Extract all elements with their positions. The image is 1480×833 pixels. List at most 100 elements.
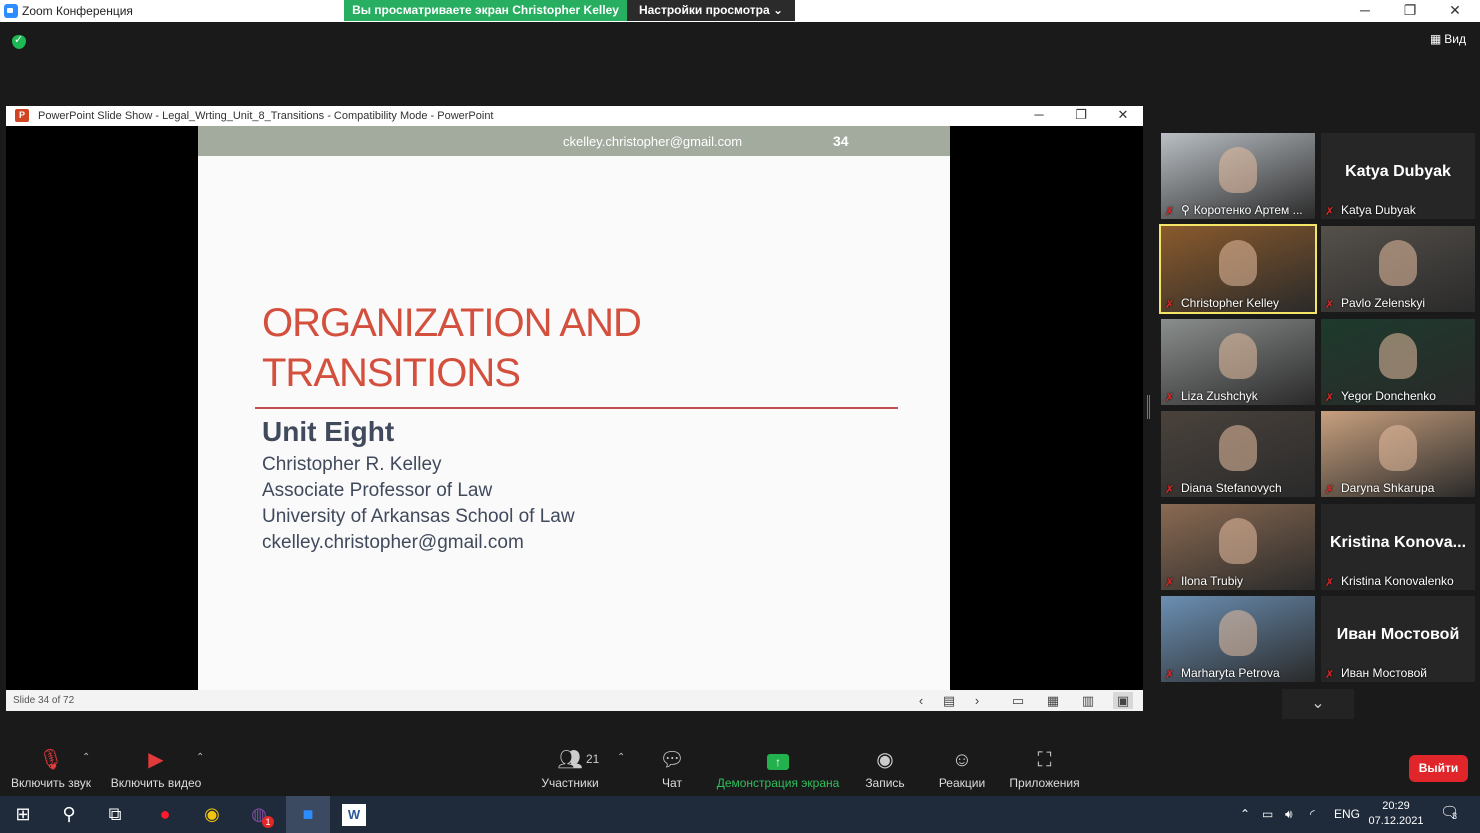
smiley-plus-icon: ☺ bbox=[951, 749, 973, 771]
leave-meeting-button[interactable]: Выйти bbox=[1409, 755, 1468, 782]
participant-name: Коротенко Артем ... bbox=[1193, 203, 1303, 217]
participant-tile[interactable]: ✗ Diana Stefanovych bbox=[1161, 411, 1315, 497]
participant-name-label: ✗ Christopher Kelley bbox=[1165, 296, 1279, 311]
battery-icon[interactable]: ▭ bbox=[1262, 807, 1273, 821]
participant-display-name: Katya Dubyak bbox=[1345, 163, 1451, 180]
minimize-button[interactable]: ─ bbox=[1342, 0, 1388, 22]
slide-menu-icon[interactable]: ▤ bbox=[939, 692, 959, 709]
wifi-icon[interactable]: ◜ bbox=[1310, 807, 1315, 821]
participant-name: Pavlo Zelenskyi bbox=[1341, 296, 1426, 310]
share-screen-button[interactable]: ↑ Демонстрация экрана bbox=[716, 740, 840, 790]
participant-name-label: ✗ ⚲ Коротенко Артем ... bbox=[1165, 203, 1303, 218]
ppt-minimize-button[interactable]: ─ bbox=[1019, 106, 1059, 126]
participants-count: 21 bbox=[586, 752, 600, 766]
participant-tile[interactable]: ✗ Marharyta Petrova bbox=[1161, 596, 1315, 682]
windows-start-icon[interactable]: ⊞ bbox=[10, 801, 36, 827]
slide-title: ORGANIZATION AND TRANSITIONS bbox=[262, 298, 902, 398]
video-camera-off-icon: ▶︎ bbox=[148, 749, 164, 771]
chat-label: Чат bbox=[662, 776, 682, 790]
participant-name: Diana Stefanovych bbox=[1181, 481, 1282, 495]
previous-slide-icon[interactable]: ‹ bbox=[911, 692, 931, 709]
close-button[interactable]: ✕ bbox=[1432, 0, 1478, 22]
normal-view-icon[interactable]: ▭ bbox=[1008, 692, 1028, 709]
participant-silhouette bbox=[1219, 610, 1257, 656]
slide-email: ckelley.christopher@gmail.com bbox=[262, 532, 524, 553]
participant-tile[interactable]: ✗ Pavlo Zelenskyi bbox=[1321, 226, 1475, 312]
volume-icon[interactable]: 🔊︎ bbox=[1285, 807, 1293, 822]
gallery-next-page-button[interactable]: ⌄ bbox=[1282, 689, 1354, 719]
clock-date: 07.12.2021 bbox=[1368, 815, 1424, 827]
participant-silhouette bbox=[1219, 333, 1257, 379]
chevron-down-icon: ⌄ bbox=[772, 3, 784, 17]
next-slide-icon[interactable]: › bbox=[967, 692, 987, 709]
participant-tile[interactable]: Иван Мостовой ✗ Иван Мостовой bbox=[1321, 596, 1475, 682]
slide-counter: Slide 34 of 72 bbox=[13, 695, 75, 706]
participant-silhouette bbox=[1379, 333, 1417, 379]
participant-tile[interactable]: ✗ Ilona Trubiy bbox=[1161, 504, 1315, 590]
participant-tile[interactable]: Katya Dubyak ✗ Katya Dubyak bbox=[1321, 133, 1475, 219]
participant-name-label: ✗ Diana Stefanovych bbox=[1165, 481, 1282, 496]
slide-header: ckelley.christopher@gmail.com 34 bbox=[198, 126, 950, 156]
apps-label: Приложения bbox=[1009, 776, 1080, 790]
start-video-button[interactable]: ▶︎ Включить видео bbox=[110, 740, 202, 790]
reactions-button[interactable]: ☺ Реакции bbox=[937, 740, 987, 790]
muted-mic-icon: ✗ bbox=[1165, 392, 1175, 404]
muted-mic-icon: ✗ bbox=[1165, 299, 1175, 311]
security-shield-icon[interactable] bbox=[12, 33, 26, 49]
participant-tile[interactable]: ✗ ⚲ Коротенко Артем ... bbox=[1161, 133, 1315, 219]
chat-bubble-icon: 💬︎ bbox=[659, 749, 685, 771]
notifications-count: 3 bbox=[1452, 811, 1458, 821]
unmute-button[interactable]: 🎙︎ Включить звук bbox=[10, 740, 92, 790]
microphone-muted-icon: 🎙︎ bbox=[38, 749, 64, 771]
apps-icon: ⛶ bbox=[1037, 749, 1052, 771]
participant-silhouette bbox=[1379, 425, 1417, 471]
ppt-window-title: PowerPoint Slide Show - Legal_Wrting_Uni… bbox=[38, 110, 494, 122]
zoom-taskbar-icon[interactable]: ■ bbox=[286, 796, 330, 833]
ppt-close-button[interactable]: ✕ bbox=[1103, 106, 1143, 126]
word-icon[interactable]: W bbox=[342, 804, 366, 826]
participant-name: Yegor Donchenko bbox=[1341, 389, 1436, 403]
participant-tile[interactable]: ✗ Christopher Kelley bbox=[1159, 224, 1317, 314]
participant-tile[interactable]: ✗ Liza Zushchyk bbox=[1161, 319, 1315, 405]
restore-button[interactable]: ❐ bbox=[1387, 0, 1433, 22]
participant-tile[interactable]: ✗ Yegor Donchenko bbox=[1321, 319, 1475, 405]
apps-button[interactable]: ⛶ Приложения bbox=[1007, 740, 1082, 790]
opera-icon[interactable]: ● bbox=[152, 801, 178, 827]
participant-name: Daryna Shkarupa bbox=[1341, 481, 1435, 495]
slide-school: University of Arkansas School of Law bbox=[262, 506, 575, 527]
participant-name-label: ✗ Daryna Shkarupa bbox=[1325, 481, 1435, 496]
search-icon[interactable]: ⚲ bbox=[56, 801, 82, 827]
slideshow-view-icon[interactable]: ▣ bbox=[1113, 692, 1133, 709]
participant-silhouette bbox=[1219, 240, 1257, 286]
slide-sorter-icon[interactable]: ▦ bbox=[1043, 692, 1063, 709]
record-label: Запись bbox=[865, 776, 905, 790]
language-indicator[interactable]: ENG bbox=[1334, 807, 1360, 821]
participant-tile[interactable]: Kristina Konova... ✗ Kristina Konovalenko bbox=[1321, 504, 1475, 590]
view-settings-button[interactable]: Настройки просмотра ⌄ bbox=[627, 0, 795, 21]
tray-expand-icon[interactable]: ⌃ bbox=[1240, 807, 1250, 821]
participant-tile[interactable]: ✗ Daryna Shkarupa bbox=[1321, 411, 1475, 497]
taskbar-clock[interactable]: 20:29 07.12.2021 bbox=[1368, 799, 1424, 829]
muted-mic-icon: ✗ bbox=[1165, 577, 1175, 589]
participant-display-name: Иван Мостовой bbox=[1336, 626, 1460, 643]
participant-name: Иван Мостовой bbox=[1341, 666, 1427, 680]
muted-mic-icon: ✗ bbox=[1165, 484, 1175, 496]
gallery-resize-handle[interactable] bbox=[1147, 395, 1150, 419]
record-button[interactable]: ◉ Запись bbox=[862, 740, 908, 790]
chat-button[interactable]: 💬︎ Чат bbox=[652, 740, 692, 790]
view-button[interactable]: ▦ Вид bbox=[1430, 32, 1466, 46]
chrome-icon[interactable]: ◉ bbox=[199, 801, 225, 827]
participants-options-caret[interactable]: ⌃ bbox=[617, 752, 625, 763]
participant-name-label: ✗ Katya Dubyak bbox=[1325, 203, 1416, 218]
reading-view-icon[interactable]: ▥ bbox=[1078, 692, 1098, 709]
slide-header-email: ckelley.christopher@gmail.com bbox=[563, 134, 743, 149]
audio-options-caret[interactable]: ⌃ bbox=[82, 752, 90, 763]
participant-name-label: ✗ Liza Zushchyk bbox=[1165, 389, 1258, 404]
participant-display-name: Kristina Konova... bbox=[1329, 534, 1467, 551]
ppt-restore-button[interactable]: ❐ bbox=[1061, 106, 1101, 126]
zoom-logo-icon bbox=[4, 4, 18, 18]
participant-silhouette bbox=[1219, 147, 1257, 193]
video-options-caret[interactable]: ⌃ bbox=[196, 752, 204, 763]
clock-time: 20:29 bbox=[1382, 800, 1410, 812]
task-view-icon[interactable]: ⧉ bbox=[102, 801, 128, 827]
